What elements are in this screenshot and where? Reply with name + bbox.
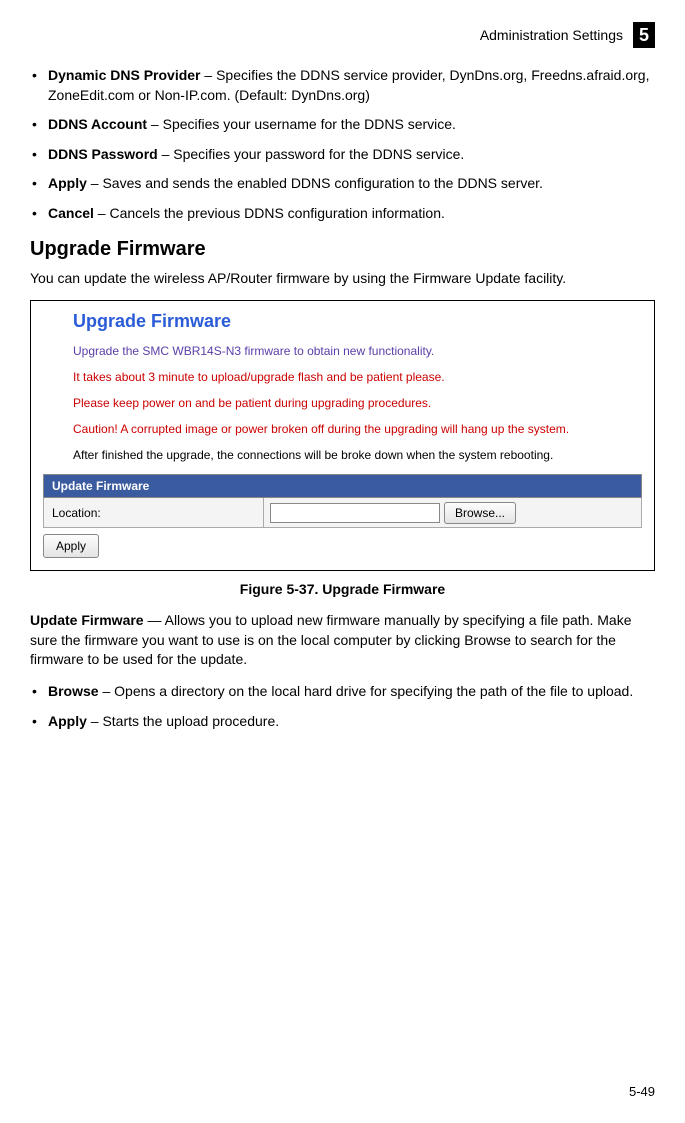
list-item: DDNS Account – Specifies your username f… [30, 115, 655, 135]
location-input-cell: Browse... [264, 498, 641, 527]
list-item: Dynamic DNS Provider – Specifies the DDN… [30, 66, 655, 105]
desc: – Specifies your password for the DDNS s… [158, 146, 465, 162]
figure-caption: Figure 5-37. Upgrade Firmware [30, 581, 655, 597]
section-heading: Upgrade Firmware [30, 238, 655, 261]
update-bullet-list: Browse – Opens a directory on the local … [30, 682, 655, 731]
figure-screenshot: Upgrade Firmware Upgrade the SMC WBR14S-… [30, 300, 655, 571]
figure-line: Caution! A corrupted image or power brok… [73, 422, 642, 436]
update-firmware-bar: Update Firmware [43, 474, 642, 498]
figure-line: After finished the upgrade, the connecti… [73, 448, 642, 462]
figure-line: Please keep power on and be patient duri… [73, 396, 642, 410]
term: Update Firmware [30, 612, 144, 628]
location-row: Location: Browse... [43, 498, 642, 528]
desc: – Specifies your username for the DDNS s… [147, 116, 456, 132]
figure-line: It takes about 3 minute to upload/upgrad… [73, 370, 642, 384]
location-input[interactable] [270, 503, 440, 523]
figure-line: Upgrade the SMC WBR14S-N3 firmware to ob… [73, 344, 642, 358]
apply-button[interactable]: Apply [43, 534, 99, 558]
section-intro: You can update the wireless AP/Router fi… [30, 269, 655, 289]
desc: – Opens a directory on the local hard dr… [99, 683, 634, 699]
apply-row: Apply [43, 534, 642, 558]
desc: – Starts the upload procedure. [87, 713, 279, 729]
update-firmware-para: Update Firmware — Allows you to upload n… [30, 611, 655, 670]
term: Dynamic DNS Provider [48, 67, 201, 83]
page-header: Administration Settings 5 [30, 22, 655, 48]
page-number: 5-49 [629, 1084, 655, 1099]
list-item: Browse – Opens a directory on the local … [30, 682, 655, 702]
term: DDNS Password [48, 146, 158, 162]
header-title: Administration Settings [480, 27, 623, 43]
term: Browse [48, 683, 99, 699]
chapter-badge: 5 [633, 22, 655, 48]
term: DDNS Account [48, 116, 147, 132]
browse-button[interactable]: Browse... [444, 502, 516, 524]
list-item: Apply – Starts the upload procedure. [30, 712, 655, 732]
list-item: DDNS Password – Specifies your password … [30, 145, 655, 165]
list-item: Cancel – Cancels the previous DDNS confi… [30, 204, 655, 224]
list-item: Apply – Saves and sends the enabled DDNS… [30, 174, 655, 194]
term: Apply [48, 713, 87, 729]
term: Apply [48, 175, 87, 191]
location-label: Location: [44, 498, 264, 527]
desc: – Cancels the previous DDNS configuratio… [94, 205, 445, 221]
figure-title: Upgrade Firmware [73, 311, 642, 332]
term: Cancel [48, 205, 94, 221]
ddns-bullet-list: Dynamic DNS Provider – Specifies the DDN… [30, 66, 655, 224]
desc: – Saves and sends the enabled DDNS confi… [87, 175, 543, 191]
